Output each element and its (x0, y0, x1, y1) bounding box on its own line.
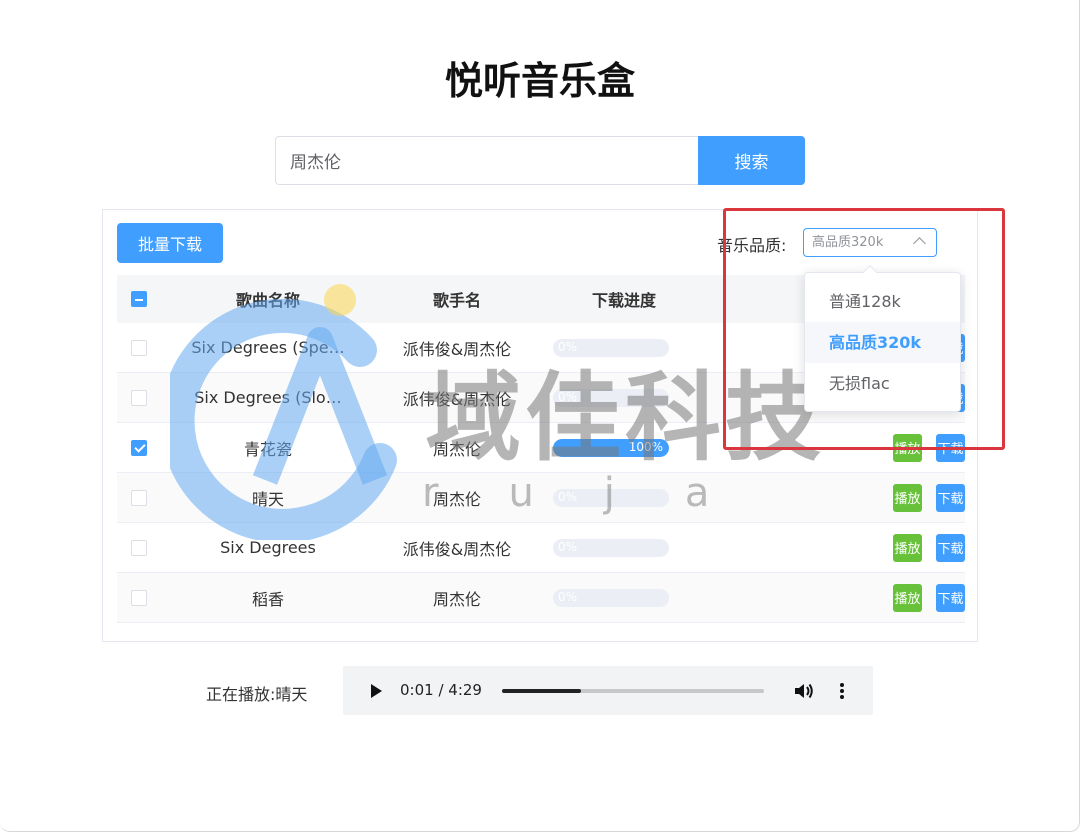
page-title: 悦听音乐盒 (444, 59, 635, 103)
quality-option-flac[interactable]: 无损flac (805, 363, 960, 404)
play-button[interactable]: 播放 (893, 583, 922, 612)
row-checkbox[interactable] (131, 439, 147, 456)
header-singer: 歌手名 (432, 291, 481, 310)
chevron-up-icon (913, 237, 926, 250)
song-name: Six Degrees (Spe… (191, 338, 345, 357)
play-icon[interactable] (371, 684, 382, 698)
progress-label: 0% (558, 589, 578, 604)
singer-name: 派伟俊&周杰伦 (402, 539, 512, 559)
seek-bar[interactable] (502, 689, 764, 693)
quality-option-128k[interactable]: 普通128k (805, 281, 960, 322)
now-playing-label: 正在播放: (206, 685, 276, 704)
quality-label: 音乐品质: (717, 236, 787, 255)
play-button[interactable]: 播放 (893, 483, 922, 512)
header-song-name: 歌曲名称 (235, 291, 300, 310)
row-checkbox[interactable] (131, 489, 147, 506)
progress-label: 100% (628, 439, 663, 454)
singer-name: 派伟俊&周杰伦 (402, 339, 512, 359)
search-input[interactable] (275, 136, 699, 185)
search-button[interactable]: 搜索 (698, 136, 805, 185)
song-name: 稻香 (251, 589, 284, 609)
download-button[interactable]: 下载 (936, 533, 965, 562)
download-progress-bar: 0% (553, 388, 669, 407)
progress-label: 0% (558, 489, 578, 504)
now-playing: 正在播放:晴天 (206, 681, 307, 705)
download-progress-bar: 0% (553, 588, 669, 607)
singer-name: 周杰伦 (432, 489, 481, 509)
progress-label: 0% (558, 339, 578, 354)
singer-name: 周杰伦 (432, 439, 481, 459)
row-checkbox[interactable] (131, 339, 147, 356)
header-progress: 下载进度 (591, 291, 656, 310)
download-button[interactable]: 下载 (936, 483, 965, 512)
singer-name: 派伟俊&周杰伦 (402, 389, 512, 409)
row-checkbox[interactable] (131, 389, 147, 406)
progress-label: 0% (558, 539, 578, 554)
table-row: Six Degrees 派伟俊&周杰伦 0% 播放 下载 (117, 523, 965, 573)
download-button[interactable]: 下载 (936, 433, 965, 462)
seek-bar-fill (502, 689, 581, 693)
more-options-icon[interactable] (839, 682, 845, 700)
row-checkbox[interactable] (131, 589, 147, 606)
download-button[interactable]: 下载 (936, 583, 965, 612)
now-playing-song: 晴天 (275, 685, 308, 704)
quality-option-320k[interactable]: 高品质320k (805, 322, 960, 363)
quality-select[interactable]: 高品质320k (803, 228, 937, 257)
play-button[interactable]: 播放 (893, 533, 922, 562)
song-name: Six Degrees (Slo… (194, 388, 342, 407)
quality-dropdown: 普通128k 高品质320k 无损flac (804, 264, 961, 412)
table-row: 稻香 周杰伦 0% 播放 下载 (117, 573, 965, 623)
play-button[interactable]: 播放 (893, 433, 922, 462)
download-progress-bar: 0% (553, 538, 669, 557)
volume-icon[interactable] (794, 682, 814, 700)
quality-selected-value: 高品质320k (812, 235, 884, 250)
time-display: 0:01 / 4:29 (400, 681, 482, 699)
singer-name: 周杰伦 (432, 589, 481, 609)
download-progress-bar: 0% (553, 488, 669, 507)
audio-player: 0:01 / 4:29 (343, 666, 873, 715)
song-name: 青花瓷 (243, 439, 292, 459)
table-row: 晴天 周杰伦 0% 播放 下载 (117, 473, 965, 523)
progress-label: 0% (558, 389, 578, 404)
download-progress-bar: 100% (553, 438, 669, 457)
song-name: Six Degrees (220, 538, 316, 557)
download-progress-bar: 0% (553, 338, 669, 357)
song-name: 晴天 (251, 489, 284, 509)
table-row: 青花瓷 周杰伦 100% 播放 下载 (117, 423, 965, 473)
row-checkbox[interactable] (131, 539, 147, 556)
batch-download-button[interactable]: 批量下载 (117, 223, 223, 263)
select-all-checkbox[interactable] (131, 291, 147, 307)
